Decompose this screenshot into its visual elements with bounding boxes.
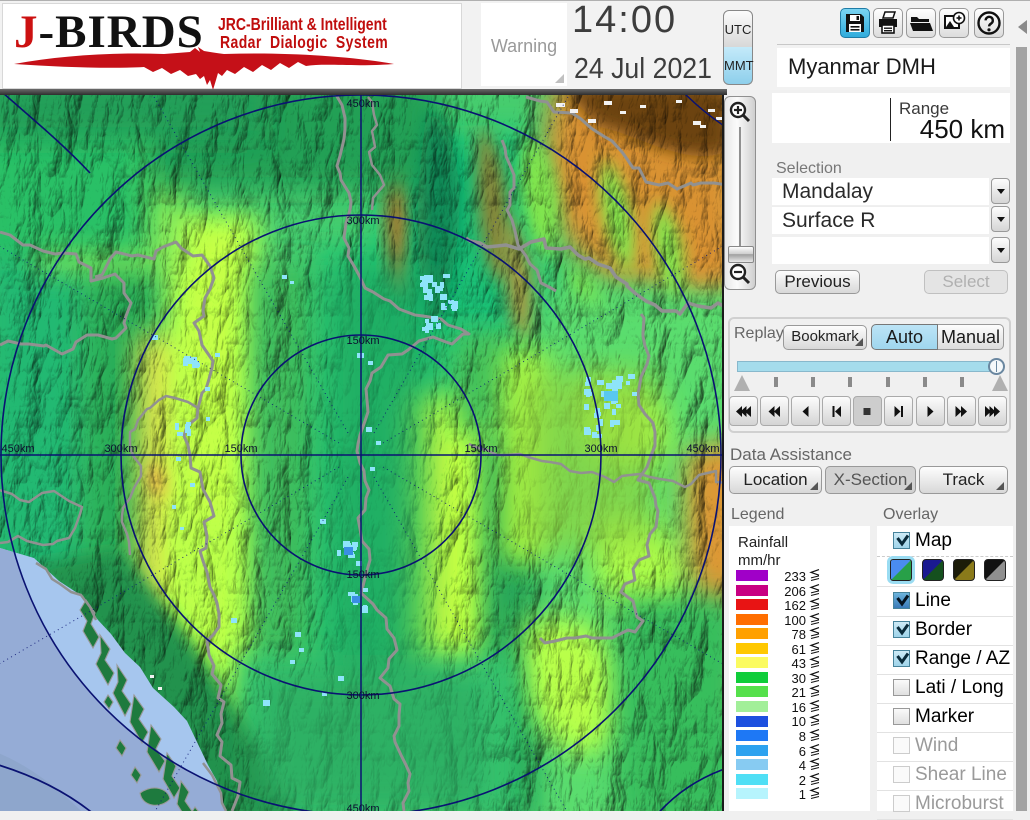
svg-text:450km: 450km	[346, 803, 379, 811]
svg-text:150km: 150km	[346, 335, 379, 347]
svg-text:300km: 300km	[346, 215, 379, 227]
svg-text:450km: 450km	[686, 443, 719, 455]
svg-text:450km: 450km	[346, 98, 379, 110]
svg-text:150km: 150km	[464, 443, 497, 455]
svg-text:450km: 450km	[1, 443, 34, 455]
svg-text:150km: 150km	[346, 569, 379, 581]
svg-text:150km: 150km	[224, 443, 257, 455]
svg-text:300km: 300km	[584, 443, 617, 455]
svg-text:300km: 300km	[346, 690, 379, 702]
svg-text:300km: 300km	[104, 443, 137, 455]
